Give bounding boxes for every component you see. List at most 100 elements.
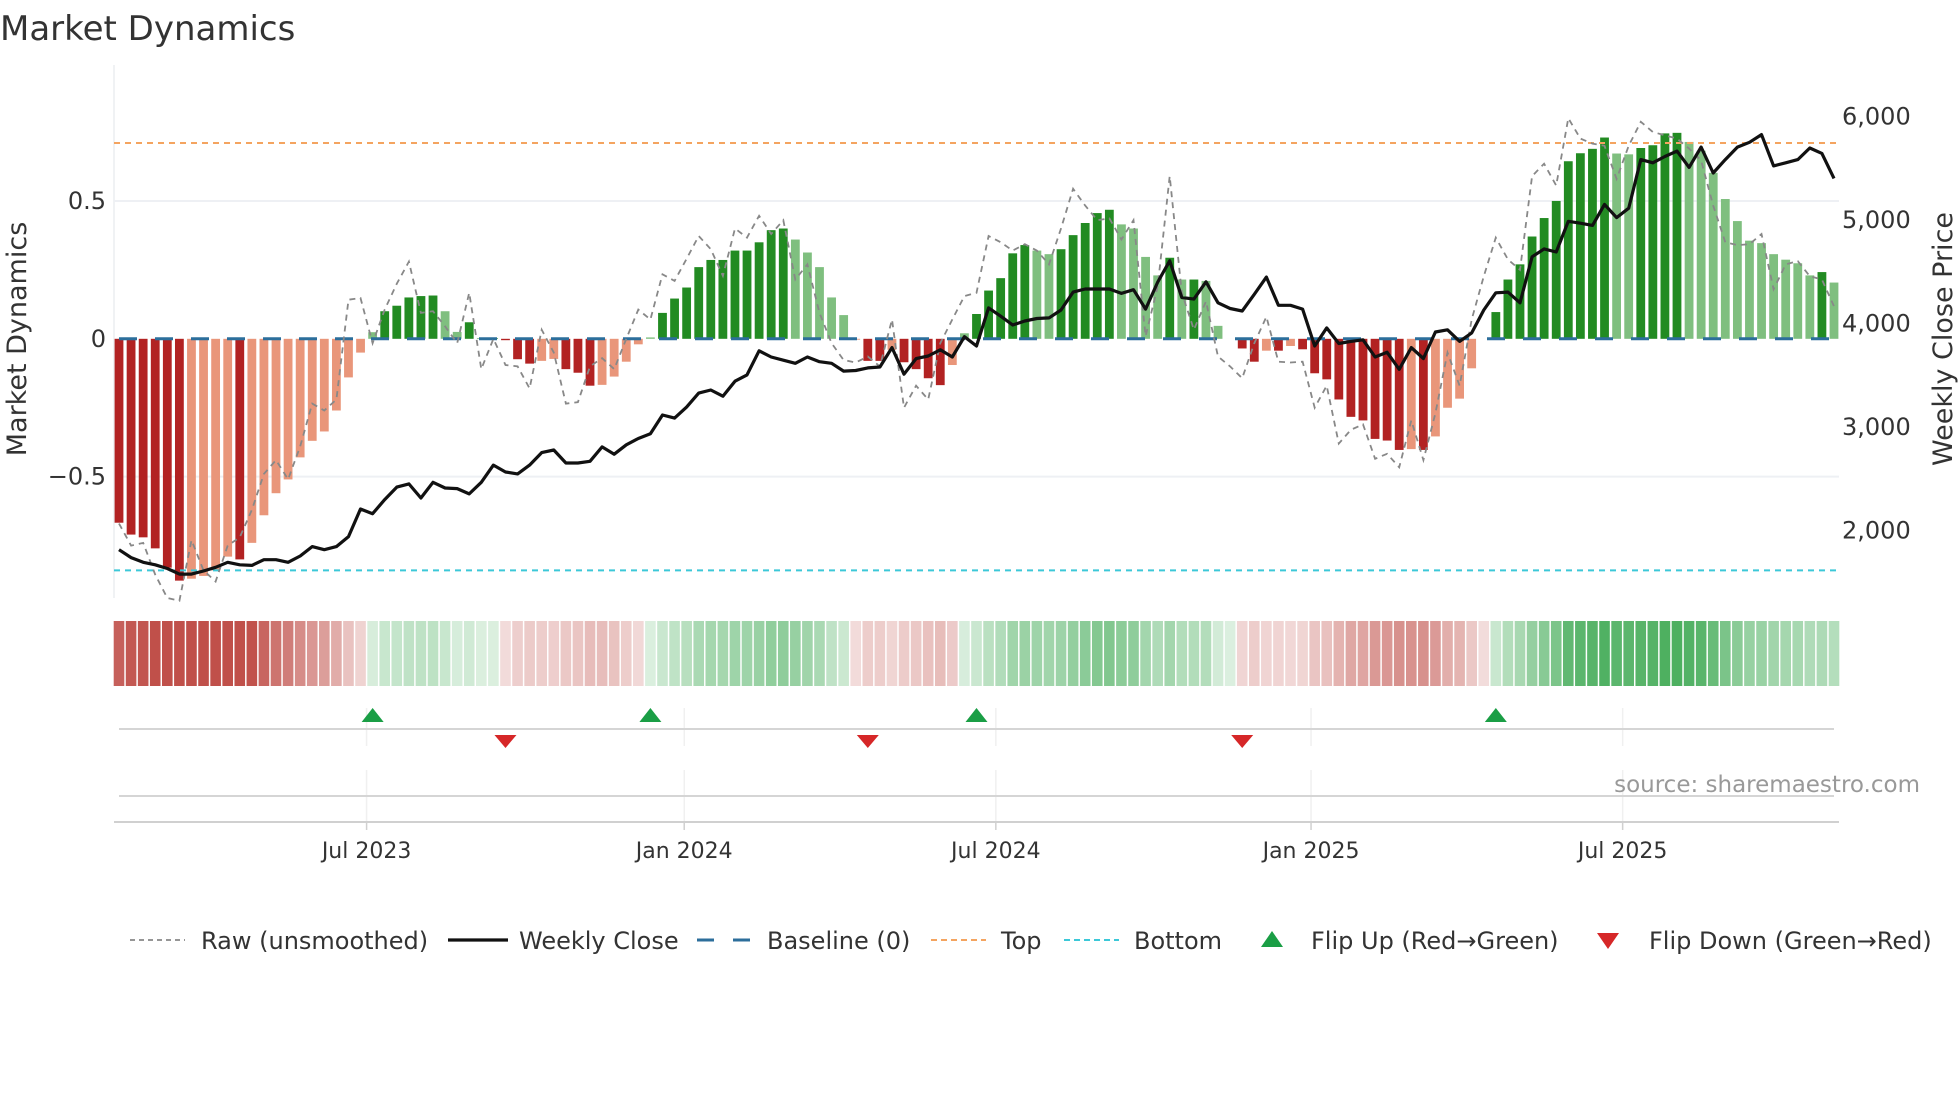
legend-label: Top — [1000, 927, 1042, 955]
strip-cell — [572, 621, 584, 686]
flip-up-marker — [361, 708, 384, 722]
strip-cell — [524, 621, 535, 686]
strip-cell — [1466, 621, 1477, 686]
bar — [1213, 325, 1223, 339]
bar — [1757, 243, 1766, 339]
bar — [1056, 249, 1066, 339]
bar — [1696, 150, 1706, 339]
strip-cell — [512, 621, 523, 686]
bar — [295, 338, 305, 458]
y2-tick-label: 4,000 — [1842, 309, 1911, 337]
y2-tick-label: 6,000 — [1842, 103, 1911, 131]
bar — [380, 311, 390, 339]
bar — [573, 338, 583, 373]
strip-cell — [536, 621, 548, 686]
strip-cell — [1333, 621, 1345, 686]
strip-cell — [1369, 621, 1381, 686]
bar — [199, 338, 208, 576]
legend-label: Flip Up (Red→Green) — [1311, 927, 1559, 955]
bar — [549, 338, 559, 359]
strip-cell — [1091, 621, 1103, 686]
bar — [935, 338, 945, 386]
bar — [1394, 338, 1404, 450]
strip-cell — [729, 621, 741, 686]
bar — [1092, 213, 1102, 339]
bar — [162, 338, 172, 568]
strip-cell — [874, 621, 886, 686]
strip-cell — [826, 621, 837, 686]
bar — [247, 338, 257, 543]
strip-cell — [1152, 621, 1163, 686]
strip-cell — [608, 621, 620, 686]
strip-cell — [1780, 621, 1791, 686]
bar — [525, 338, 535, 364]
bar — [1322, 338, 1332, 380]
strip-cell — [294, 621, 306, 686]
bar — [1334, 338, 1344, 400]
strip-cell — [1599, 621, 1610, 686]
bar — [1624, 154, 1634, 339]
strip-cell — [391, 621, 403, 686]
strip-cell — [1828, 621, 1840, 686]
bar — [1431, 338, 1440, 437]
bar — [1575, 153, 1585, 339]
y-tick-label: 0.5 — [68, 187, 106, 215]
bar — [1648, 145, 1658, 339]
strip-cell — [1792, 621, 1804, 686]
bar — [344, 338, 353, 378]
bar — [1358, 338, 1368, 421]
strip-cell — [1224, 621, 1236, 686]
bar — [319, 338, 329, 432]
strip-cell — [777, 621, 789, 686]
strip-cell — [1804, 621, 1816, 686]
strip-cell — [971, 621, 982, 686]
bar — [778, 228, 788, 339]
bar — [1068, 235, 1078, 339]
bar — [899, 338, 909, 363]
bar — [694, 267, 704, 339]
strip-cell — [1140, 621, 1151, 686]
strip-cell — [947, 621, 958, 686]
bar — [609, 338, 619, 377]
strip-cell — [983, 621, 994, 686]
bar — [1117, 224, 1126, 339]
strip-cell — [355, 621, 366, 686]
strip-cell — [319, 621, 330, 686]
strip-cell — [1200, 621, 1212, 686]
flip-down-marker — [856, 735, 879, 748]
strip-cell — [403, 621, 415, 686]
strip-cell — [186, 621, 197, 686]
strip-cell — [1007, 621, 1019, 686]
bar — [1104, 209, 1114, 339]
strip-cell — [693, 621, 705, 686]
bar — [392, 305, 402, 339]
strip-cell — [1744, 621, 1755, 686]
regime-strip — [113, 621, 1840, 686]
strip-cell — [898, 621, 910, 686]
strip-cell — [1442, 621, 1453, 686]
strip-cell — [886, 621, 898, 686]
strip-cell — [1623, 621, 1634, 686]
bar — [996, 278, 1006, 339]
strip-cell — [705, 621, 717, 686]
strip-cell — [1478, 621, 1490, 686]
strip-cell — [198, 621, 209, 686]
bar — [742, 250, 752, 339]
bar — [1503, 279, 1513, 339]
bar — [1527, 236, 1537, 339]
strip-cell — [1732, 621, 1743, 686]
legend-label: Bottom — [1134, 927, 1222, 955]
bar — [1032, 250, 1042, 339]
bar — [839, 315, 849, 339]
y-tick-label: 0 — [91, 325, 106, 353]
bar — [1745, 240, 1754, 339]
bar — [1720, 199, 1730, 339]
strip-cell — [1393, 621, 1405, 686]
strip-cell — [548, 621, 560, 686]
bar — [1672, 132, 1682, 339]
strip-cell — [814, 621, 825, 686]
strip-cell — [1659, 621, 1671, 686]
bar — [1261, 338, 1271, 351]
strip-cell — [934, 621, 946, 686]
strip-cell — [1454, 621, 1465, 686]
